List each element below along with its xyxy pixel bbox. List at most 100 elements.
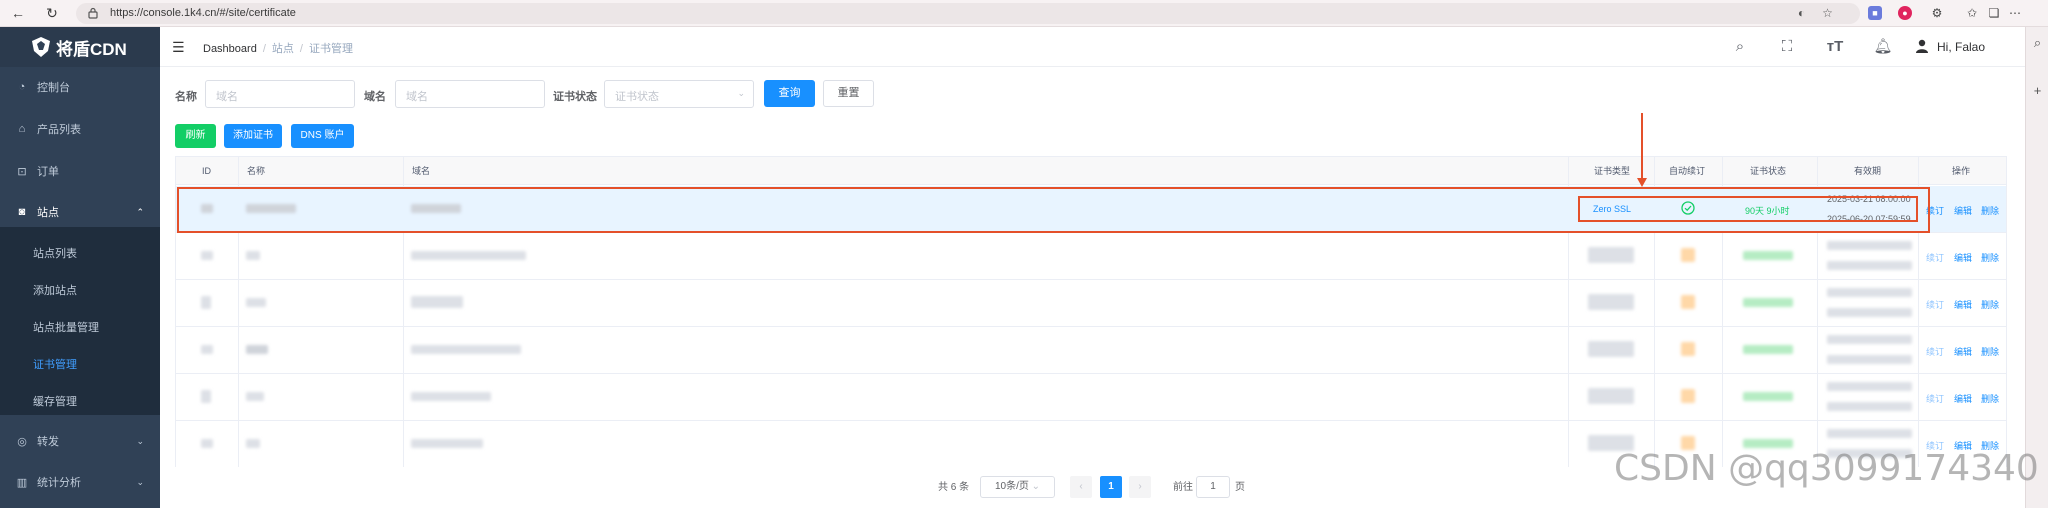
- site-icon: ◙: [18, 206, 26, 218]
- dns-accounts-button[interactable]: DNS 账户: [291, 124, 354, 148]
- table-row[interactable]: 续订 编辑 删除: [176, 280, 2006, 327]
- extension-badge-icon[interactable]: ●: [1898, 6, 1912, 20]
- collections-icon[interactable]: ❏: [1985, 4, 2003, 22]
- fullscreen-icon[interactable]: ⛶: [1776, 37, 1798, 57]
- annotation-cell-box: [1578, 196, 1918, 222]
- domain-filter-label: 域名: [364, 91, 386, 103]
- column-header-status: 证书状态: [1750, 166, 1787, 176]
- brand-logo[interactable]: 将盾CDN: [0, 27, 160, 67]
- bookmark-star-icon[interactable]: ☆: [1820, 6, 1835, 21]
- address-bar[interactable]: https://console.1k4.cn/#/site/certificat…: [76, 3, 1860, 24]
- sidebar-item-products[interactable]: ⌂ 产品列表: [0, 108, 160, 150]
- renew-link[interactable]: 续订: [1926, 345, 1944, 358]
- renew-link[interactable]: 续订: [1926, 251, 1944, 264]
- store-icon: ⌂: [18, 123, 26, 135]
- sidebar-item-orders[interactable]: ⊡ 订单: [0, 150, 160, 192]
- breadcrumb-item[interactable]: 站点: [272, 43, 294, 55]
- chart-icon: ▥: [16, 476, 28, 489]
- chevron-down-icon: ⌄: [737, 88, 745, 98]
- sidebar-subitem-site-list[interactable]: 站点列表: [33, 245, 77, 261]
- font-size-icon[interactable]: ᴛT: [1824, 37, 1846, 57]
- page-size-select[interactable]: 10条/页 ⌄: [980, 476, 1055, 498]
- dashboard-icon: ◔: [18, 81, 26, 93]
- delete-link[interactable]: 删除: [1981, 251, 1999, 264]
- chevron-down-icon: ⌄: [136, 476, 144, 487]
- column-header-id: ID: [202, 166, 211, 176]
- brand-logo-icon: [32, 37, 50, 57]
- delete-link[interactable]: 删除: [1981, 392, 1999, 405]
- sidebar-item-label: 转发: [37, 436, 59, 448]
- edit-link[interactable]: 编辑: [1954, 345, 1972, 358]
- user-menu[interactable]: Hi, Falao: [1915, 39, 1985, 54]
- prev-page-button[interactable]: ‹: [1070, 476, 1092, 498]
- reload-icon[interactable]: ↻: [42, 3, 62, 23]
- url-text: https://console.1k4.cn/#/site/certificat…: [110, 7, 296, 19]
- column-header-actions: 操作: [1952, 166, 1971, 176]
- sidebar-item-stats[interactable]: ▥ 统计分析 ⌄: [0, 461, 160, 503]
- reset-button[interactable]: 重置: [823, 80, 874, 107]
- renew-link[interactable]: 续订: [1926, 392, 1944, 405]
- favorites-icon[interactable]: ✩: [1963, 4, 1981, 22]
- goto-page-input[interactable]: 1: [1196, 476, 1230, 498]
- sidebar-item-site[interactable]: ◙ 站点 ⌃: [0, 191, 160, 233]
- sidebar-item-label: 产品列表: [37, 124, 81, 136]
- renew-link[interactable]: 续订: [1926, 298, 1944, 311]
- user-icon: [1916, 39, 1928, 53]
- hamburger-icon[interactable]: ☰: [172, 39, 185, 56]
- breadcrumb: Dashboard / 站点 / 证书管理: [203, 43, 353, 55]
- top-header: ☰ Dashboard / 站点 / 证书管理 ⌕ ⛶ ᴛT 🔔︎ Hi, Falao: [160, 27, 2025, 67]
- sidebar-item-forward[interactable]: ◎ 转发 ⌄: [0, 420, 160, 462]
- edit-link[interactable]: 编辑: [1954, 298, 1972, 311]
- chevron-down-icon: ⌄: [1031, 481, 1041, 492]
- watermark: CSDN @qq3099174340: [1614, 448, 2039, 489]
- delete-link[interactable]: 删除: [1981, 204, 1999, 217]
- extension-icon[interactable]: ■: [1868, 6, 1882, 20]
- column-header-cert-type: 证书类型: [1594, 166, 1631, 176]
- refresh-button[interactable]: 刷新: [175, 124, 216, 148]
- back-icon[interactable]: ←: [8, 3, 28, 23]
- bell-icon[interactable]: 🔔︎: [1872, 37, 1894, 57]
- brand-name: 将盾CDN: [56, 39, 127, 59]
- more-icon[interactable]: ⋯: [2006, 4, 2024, 22]
- edit-link[interactable]: 编辑: [1954, 204, 1972, 217]
- sidebar-subitem-batch[interactable]: 站点批量管理: [33, 319, 99, 335]
- status-filter-label: 证书状态: [553, 91, 597, 103]
- add-cert-button[interactable]: 添加证书: [224, 124, 282, 148]
- edit-link[interactable]: 编辑: [1954, 251, 1972, 264]
- delete-link[interactable]: 删除: [1981, 298, 1999, 311]
- table-row[interactable]: 续订 编辑 删除: [176, 327, 2006, 374]
- next-page-button[interactable]: ›: [1129, 476, 1151, 498]
- page-unit-label: 页: [1235, 482, 1245, 493]
- annotation-arrow: [1641, 113, 1643, 181]
- delete-link[interactable]: 删除: [1981, 345, 1999, 358]
- forward-icon: ◎: [17, 435, 27, 448]
- page-1-button[interactable]: 1: [1100, 476, 1122, 498]
- sidebar-item-dashboard[interactable]: ◔ 控制台: [0, 66, 160, 108]
- sidebar-subitem-cache[interactable]: 缓存管理: [33, 393, 77, 409]
- table-row[interactable]: 续订 编辑 删除: [176, 374, 2006, 421]
- query-button[interactable]: 查询: [764, 80, 815, 107]
- user-greeting: Hi, Falao: [1937, 40, 1986, 54]
- sidebar-item-label: 控制台: [37, 82, 70, 94]
- domain-filter-input[interactable]: 域名: [395, 80, 545, 108]
- cart-icon: ⊡: [17, 165, 27, 178]
- sidebar-subitem-add-site[interactable]: 添加站点: [33, 282, 77, 298]
- name-filter-input[interactable]: 域名: [205, 80, 355, 108]
- column-header-domain: 域名: [412, 166, 431, 176]
- table-row[interactable]: 续订 编辑 删除: [176, 233, 2006, 280]
- edit-link[interactable]: 编辑: [1954, 392, 1972, 405]
- status-filter-select[interactable]: 证书状态 ⌄: [604, 80, 754, 108]
- breadcrumb-item[interactable]: Dashboard: [203, 43, 257, 55]
- extensions-icon[interactable]: ⚙: [1928, 4, 1946, 22]
- add-icon[interactable]: +: [2026, 83, 2048, 98]
- sidebar-subitem-certificates[interactable]: 证书管理: [33, 356, 77, 372]
- table-header: ID 名称 域名 证书类型 自动续订 证书状态 有效期 操作: [176, 157, 2006, 185]
- column-header-name: 名称: [247, 166, 266, 176]
- translate-icon[interactable]: ◐: [1794, 6, 1809, 21]
- sidebar-item-label: 站点: [37, 207, 59, 219]
- search-icon[interactable]: ⌕: [2026, 35, 2048, 51]
- chevron-down-icon: ⌄: [136, 435, 144, 446]
- search-icon[interactable]: ⌕: [1729, 37, 1751, 57]
- column-header-auto-renew: 自动续订: [1669, 166, 1706, 176]
- goto-label: 前往: [1173, 482, 1193, 493]
